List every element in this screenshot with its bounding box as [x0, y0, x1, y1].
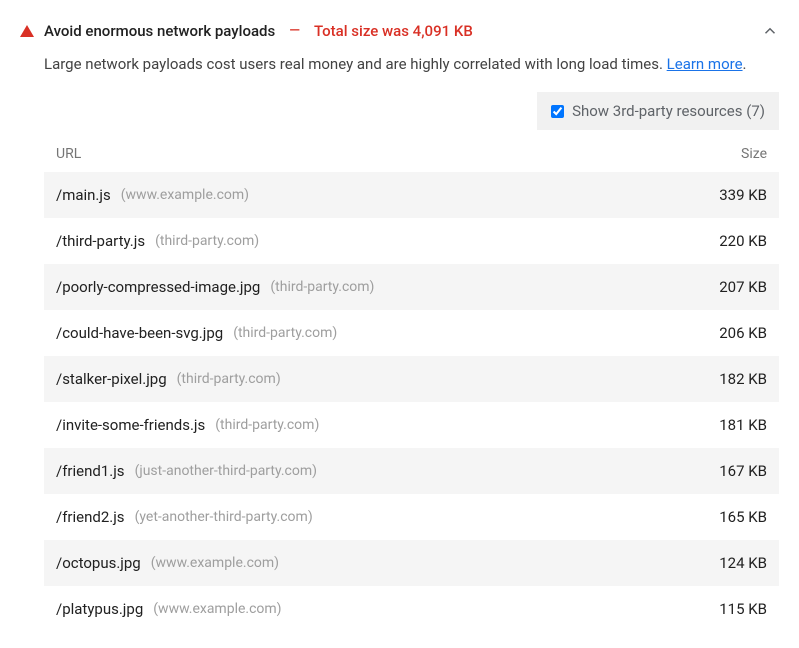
url-path: /friend2.js — [56, 508, 125, 526]
url-path: /main.js — [56, 186, 111, 204]
table-row: /invite-some-friends.js (third-party.com)… — [44, 402, 779, 448]
url-domain: (third-party.com) — [215, 417, 319, 433]
table-row: /main.js (www.example.com) 339 KB — [44, 172, 779, 218]
table-row: /poorly-compressed-image.jpg (third-party… — [44, 264, 779, 310]
table-row: /octopus.jpg (www.example.com) 124 KB — [44, 540, 779, 586]
table-body: /main.js (www.example.com) 339 KB/third-pa… — [44, 172, 779, 632]
audit-header[interactable]: Avoid enormous network payloads — Total … — [20, 16, 779, 52]
url-domain: (www.example.com) — [151, 555, 279, 571]
url-domain: (third-party.com) — [233, 325, 337, 341]
url-path: /invite-some-friends.js — [56, 416, 205, 434]
size-value: 181 KB — [719, 416, 767, 434]
table-row: /third-party.js (third-party.com) 220 KB — [44, 218, 779, 264]
url-domain: (just-another-third-party.com) — [135, 463, 317, 479]
url-path: /friend1.js — [56, 462, 125, 480]
url-path: /platypus.jpg — [56, 600, 143, 618]
size-value: 220 KB — [719, 232, 767, 250]
table-row: /friend1.js (just-another-third-party.com… — [44, 448, 779, 494]
toggle-row: Show 3rd-party resources (7) — [20, 88, 779, 136]
size-value: 165 KB — [719, 508, 767, 526]
url-path: /stalker-pixel.jpg — [56, 370, 167, 388]
size-value: 207 KB — [719, 278, 767, 296]
table-header: URL Size — [44, 136, 779, 172]
audit-panel: Avoid enormous network payloads — Total … — [0, 0, 799, 648]
audit-description: Large network payloads cost users real m… — [20, 52, 779, 88]
audit-title: Avoid enormous network payloads — [44, 22, 275, 40]
url-domain: (yet-another-third-party.com) — [135, 509, 313, 525]
url-path: /could-have-been-svg.jpg — [56, 324, 223, 342]
table-row: /friend2.js (yet-another-third-party.com)… — [44, 494, 779, 540]
chevron-up-icon — [761, 22, 779, 40]
url-domain: (third-party.com) — [177, 371, 281, 387]
url-domain: (third-party.com) — [155, 233, 259, 249]
learn-more-link[interactable]: Learn more — [667, 55, 743, 73]
table-row: /stalker-pixel.jpg (third-party.com) 182 K… — [44, 356, 779, 402]
url-domain: (third-party.com) — [270, 279, 374, 295]
fail-triangle-icon — [20, 25, 34, 37]
url-domain: (www.example.com) — [153, 601, 281, 617]
size-value: 167 KB — [719, 462, 767, 480]
description-text: Large network payloads cost users real m… — [44, 55, 667, 73]
url-path: /poorly-compressed-image.jpg — [56, 278, 260, 296]
table-row: /could-have-been-svg.jpg (third-party.com… — [44, 310, 779, 356]
size-value: 124 KB — [719, 554, 767, 572]
column-url: URL — [56, 146, 81, 162]
audit-summary: Total size was 4,091 KB — [314, 22, 473, 40]
url-domain: (www.example.com) — [121, 187, 249, 203]
description-period: . — [743, 55, 747, 73]
third-party-checkbox[interactable] — [551, 105, 564, 118]
size-value: 115 KB — [719, 600, 767, 618]
third-party-toggle[interactable]: Show 3rd-party resources (7) — [537, 92, 779, 130]
size-value: 182 KB — [719, 370, 767, 388]
separator-dash: — — [289, 23, 300, 39]
url-path: /third-party.js — [56, 232, 145, 250]
toggle-label: Show 3rd-party resources (7) — [572, 102, 765, 120]
column-size: Size — [741, 146, 767, 162]
size-value: 206 KB — [719, 324, 767, 342]
url-path: /octopus.jpg — [56, 554, 141, 572]
size-value: 339 KB — [719, 186, 767, 204]
table-row: /platypus.jpg (www.example.com) 115 KB — [44, 586, 779, 632]
